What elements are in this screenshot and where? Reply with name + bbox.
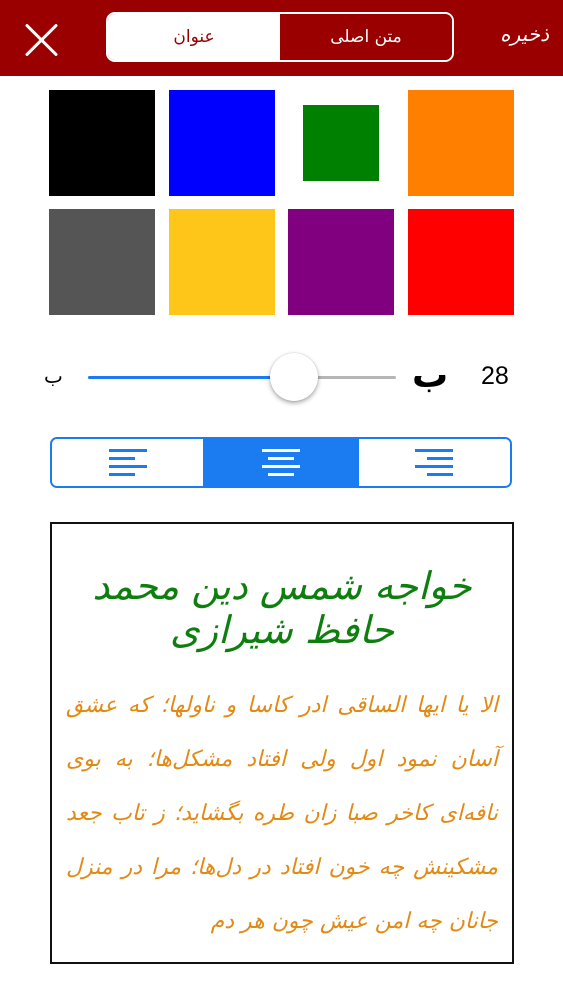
color-swatch-black[interactable]: [49, 90, 155, 196]
color-swatch-purple[interactable]: [288, 209, 394, 315]
align-center-button[interactable]: [203, 439, 357, 486]
color-swatch-yellow[interactable]: [169, 209, 275, 315]
align-left-icon: [108, 448, 147, 477]
tab-title[interactable]: عنوان: [108, 14, 280, 60]
align-right-button[interactable]: [356, 439, 510, 486]
color-swatch-gray[interactable]: [49, 209, 155, 315]
align-right-icon: [415, 448, 454, 477]
color-swatch-green[interactable]: [288, 90, 394, 196]
font-size-slider-thumb[interactable]: [270, 353, 319, 401]
text-preview: خواجه شمس دین محمد حافظ شیرازی الا یا ای…: [50, 522, 514, 964]
font-size-small-label: ب: [44, 364, 63, 388]
preview-title: خواجه شمس دین محمد حافظ شیرازی: [92, 564, 472, 652]
color-swatch-red[interactable]: [408, 209, 514, 315]
tab-main-text[interactable]: متن اصلی: [280, 14, 452, 60]
close-icon[interactable]: [22, 20, 62, 60]
align-center-icon: [261, 448, 300, 477]
preview-body: الا یا ایها الساقی ادر کاسا و ناولها؛ که…: [66, 693, 498, 934]
font-size-large-label: ب: [412, 355, 449, 396]
title-body-segmented-control: عنوان متن اصلی: [106, 12, 454, 62]
align-left-button[interactable]: [52, 439, 204, 486]
text-alignment-control: [50, 437, 512, 488]
selected-color-indicator: [303, 105, 379, 181]
color-swatch-blue[interactable]: [169, 90, 275, 196]
font-size-slider-track[interactable]: [88, 376, 396, 379]
save-button[interactable]: ذخیره: [500, 22, 549, 46]
top-bar: عنوان متن اصلی ذخیره: [0, 0, 563, 76]
font-size-slider-fill: [88, 376, 295, 379]
color-swatch-orange[interactable]: [408, 90, 514, 196]
font-size-value: 28: [481, 362, 509, 390]
